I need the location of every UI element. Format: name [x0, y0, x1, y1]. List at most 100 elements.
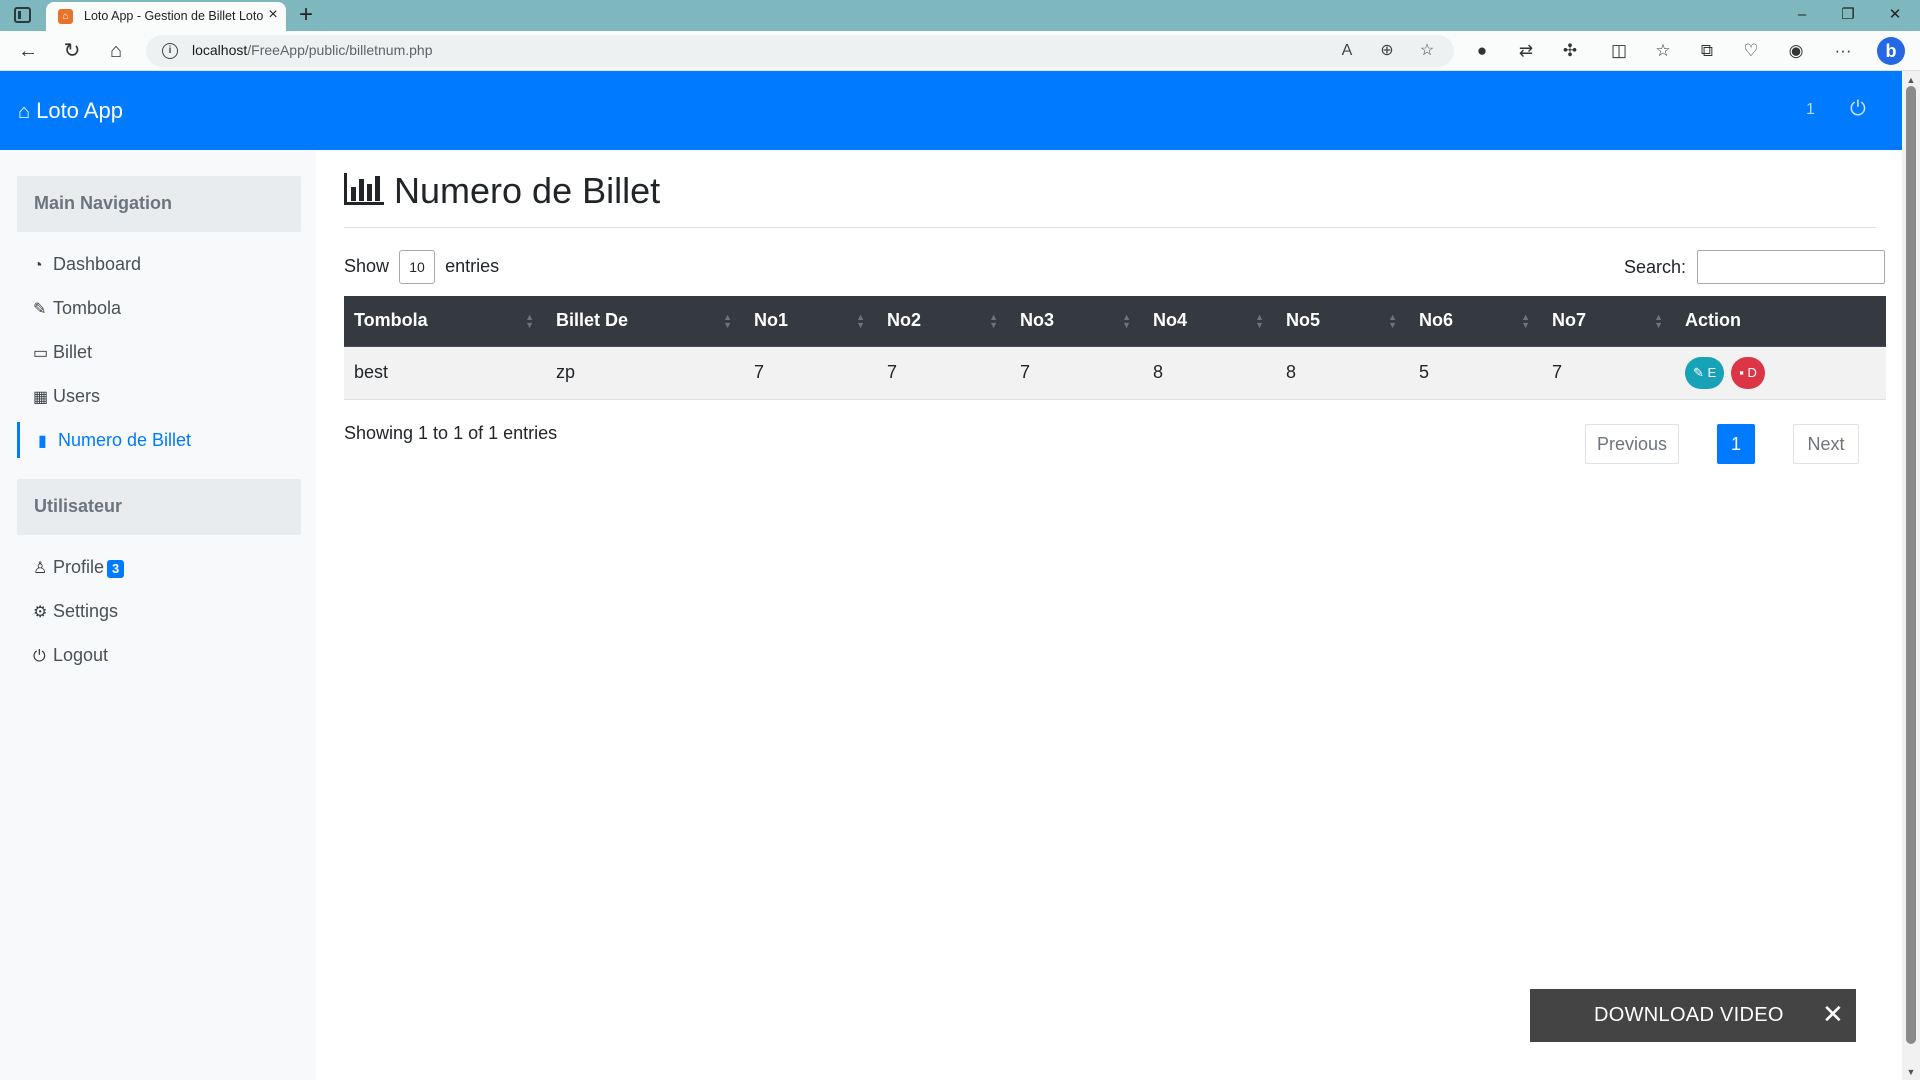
column-header-no3[interactable]: No3 ▲ ▼ [1010, 296, 1143, 347]
table-row: best zp 7 7 7 8 8 5 7 ✎ E ▪ D [344, 346, 1886, 400]
minimize-icon[interactable]: – [1787, 4, 1817, 26]
cell-no7: 7 [1542, 346, 1675, 400]
sort-icon: ▲ ▼ [1521, 312, 1530, 330]
column-header-billet-de[interactable]: Billet De ▲ ▼ [546, 296, 744, 347]
url-field[interactable]: i localhost/FreeApp/public/billetnum.php… [146, 35, 1454, 67]
sort-icon: ▲ ▼ [1122, 312, 1131, 330]
sidebar-item-logout[interactable]: ⏻ Logout [17, 637, 301, 673]
close-window-icon[interactable]: ✕ [1880, 4, 1910, 26]
favorite-star-icon[interactable]: ☆ [1416, 40, 1438, 62]
sort-icon: ▲ ▼ [1255, 312, 1264, 330]
power-icon[interactable]: ⏻ [1850, 98, 1866, 121]
performance-icon[interactable]: ♡ [1739, 39, 1763, 63]
delete-button[interactable]: ▪ D [1731, 356, 1765, 389]
extensions-icon[interactable]: ✣ [1558, 39, 1582, 63]
sidebar-item-billet[interactable]: ▭ Billet [17, 334, 301, 370]
column-header-no7[interactable]: No7 ▲ ▼ [1542, 296, 1675, 347]
column-header-no2[interactable]: No2 ▲ ▼ [877, 296, 1010, 347]
translate-icon[interactable]: ⇄ [1514, 39, 1538, 63]
tab-actions-icon[interactable] [14, 7, 31, 23]
notification-count[interactable]: 1 [1806, 101, 1815, 119]
bing-copilot-icon[interactable]: b [1877, 37, 1905, 65]
collections-icon[interactable]: ⧉ [1695, 39, 1719, 63]
sort-icon: ▲ ▼ [723, 312, 732, 330]
profile-avatar[interactable]: ◉ [1784, 39, 1808, 63]
sort-icon: ▲ ▼ [989, 312, 998, 330]
edit-button[interactable]: ✎ E [1685, 356, 1725, 389]
scroll-up-icon[interactable]: ▲ [1905, 74, 1917, 86]
profile-badge: 3 [107, 560, 125, 578]
back-icon[interactable]: ← [14, 37, 42, 65]
dashboard-icon: ◔ [33, 257, 43, 274]
cell-action: ✎ E ▪ D [1675, 346, 1886, 400]
bar-chart-icon: ▮ [38, 433, 47, 450]
cell-no2: 7 [877, 346, 1010, 400]
column-header-tombola[interactable]: Tombola ▲ ▼ [344, 296, 546, 347]
tab-close-icon[interactable]: × [264, 6, 282, 24]
sort-icon: ▲ ▼ [525, 312, 534, 330]
show-label: Show [344, 255, 390, 276]
sidebar-item-users[interactable]: ▦ Users [17, 378, 301, 414]
cell-no6: 5 [1409, 346, 1542, 400]
sort-icon: ▲ ▼ [1654, 312, 1663, 330]
column-header-no5[interactable]: No5 ▲ ▼ [1276, 296, 1409, 347]
more-menu-icon[interactable]: ··· [1831, 39, 1855, 63]
table-header-row: Tombola ▲ ▼ Billet De ▲ ▼ No1 ▲ ▼ No2 ▲ ▼ No3 ▲ ▼ … [344, 296, 1886, 347]
zoom-icon[interactable]: ⊕ [1376, 40, 1398, 62]
sidebar: Main Navigation ◔ Dashboard ✎ Tombola ▭ Bil… [0, 150, 316, 1080]
search-control: Search: [1624, 250, 1886, 284]
sidebar-item-numero-de-billet[interactable]: ▮ Numero de Billet [17, 422, 301, 458]
cell-no3: 7 [1010, 346, 1143, 400]
bar-chart-icon [344, 173, 384, 205]
download-video-banner[interactable]: DOWNLOAD VIDEO ✕ [1530, 989, 1856, 1042]
read-aloud-icon[interactable]: A [1336, 40, 1358, 62]
gear-icon: ⚙ [33, 604, 48, 621]
page-length-select[interactable]: 10 [399, 250, 436, 284]
address-bar: ← ↻ ⌂ i localhost/FreeApp/public/billetn… [0, 31, 1920, 71]
edit-icon: ✎ [33, 301, 47, 318]
close-icon[interactable]: ✕ [1822, 1001, 1844, 1027]
sidebar-section-utilisateur: Utilisateur [17, 479, 301, 535]
refresh-icon[interactable]: ↻ [58, 37, 86, 65]
page-length-control: Show 10 entries [344, 250, 499, 284]
site-info-icon[interactable]: i [162, 43, 178, 59]
sidebar-item-profile[interactable]: ♙ Profile 3 [17, 549, 301, 585]
sidebar-section-main: Main Navigation [17, 176, 301, 232]
column-header-no1[interactable]: No1 ▲ ▼ [744, 296, 877, 347]
sidebar-item-tombola[interactable]: ✎ Tombola [17, 290, 301, 326]
favicon-icon: ⌂ [58, 9, 73, 24]
brand-link[interactable]: ⌂ Loto App [18, 98, 123, 124]
scroll-down-icon[interactable]: ▼ [1905, 1066, 1917, 1078]
extension-globe-icon[interactable]: ● [1470, 39, 1494, 63]
home-icon[interactable]: ⌂ [102, 37, 130, 65]
entries-label: entries [445, 255, 500, 276]
home-icon: ⌂ [18, 101, 31, 123]
page-title: Numero de Billet [344, 170, 660, 212]
cell-tombola: best [344, 346, 546, 400]
sidebar-item-settings[interactable]: ⚙ Settings [17, 593, 301, 629]
previous-button[interactable]: Previous [1585, 424, 1679, 464]
restore-icon[interactable]: ❐ [1833, 4, 1863, 26]
page-1-button[interactable]: 1 [1717, 424, 1755, 464]
scrollbar-thumb[interactable] [1906, 86, 1916, 1044]
table-info: Showing 1 to 1 of 1 entries [344, 423, 558, 443]
sidebar-item-dashboard[interactable]: ◔ Dashboard [17, 246, 301, 282]
sort-icon: ▲ ▼ [1388, 312, 1397, 330]
favorites-icon[interactable]: ☆ [1651, 39, 1675, 63]
column-header-no4[interactable]: No4 ▲ ▼ [1143, 296, 1276, 347]
split-screen-icon[interactable]: ◫ [1607, 39, 1631, 63]
billet-table: Tombola ▲ ▼ Billet De ▲ ▼ No1 ▲ ▼ No2 ▲ ▼ No3 ▲ ▼ … [344, 296, 1886, 400]
new-tab-icon[interactable]: + [294, 2, 318, 28]
cell-no1: 7 [744, 346, 877, 400]
url-text: localhost/FreeApp/public/billetnum.php [192, 42, 433, 58]
search-input[interactable] [1697, 250, 1886, 284]
next-button[interactable]: Next [1793, 424, 1859, 464]
browser-tab[interactable]: ⌂ Loto App - Gestion de Billet Loto × [46, 2, 286, 31]
user-icon: ♙ [33, 560, 48, 577]
edit-icon: ✎ [1693, 364, 1708, 380]
column-header-no6[interactable]: No6 ▲ ▼ [1409, 296, 1542, 347]
column-header-action: Action [1675, 296, 1886, 347]
tab-title: Loto App - Gestion de Billet Loto [84, 9, 264, 23]
cell-billet-de: zp [546, 346, 744, 400]
app-header: ⌂ Loto App 1 ⏻ [0, 71, 1902, 150]
